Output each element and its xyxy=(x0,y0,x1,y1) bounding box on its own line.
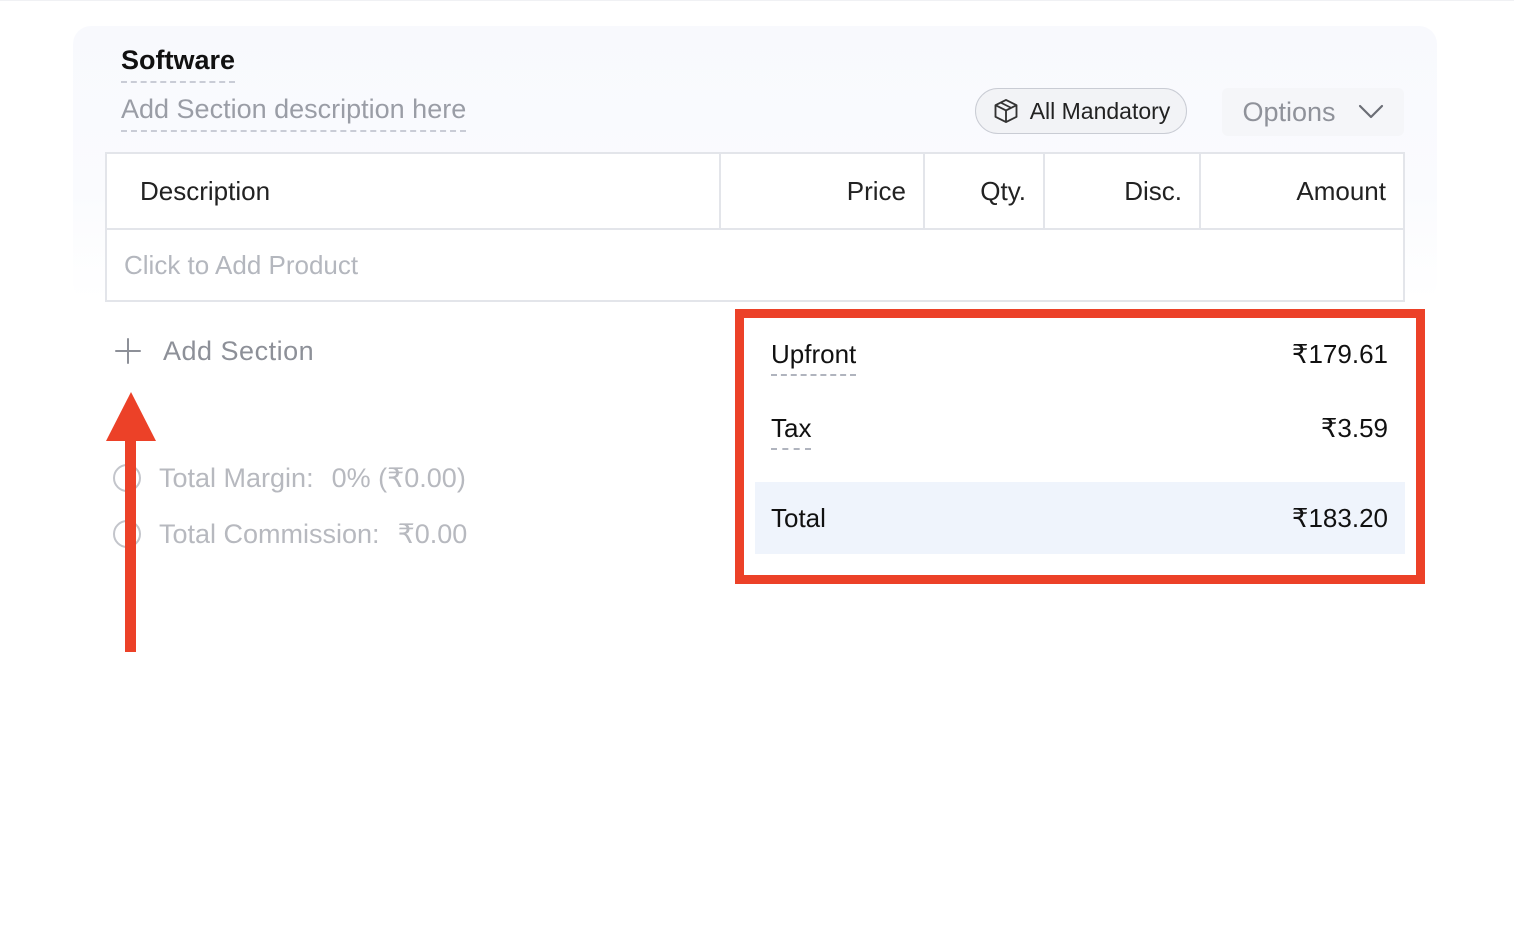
column-header-amount: Amount xyxy=(1296,176,1386,206)
top-divider xyxy=(0,0,1514,1)
all-mandatory-toggle[interactable]: All Mandatory xyxy=(975,88,1187,134)
add-product-row[interactable]: Click to Add Product xyxy=(124,230,358,300)
plus-icon xyxy=(115,338,141,364)
total-margin-value: 0% (₹0.00) xyxy=(331,462,466,493)
column-header-description: Description xyxy=(107,154,721,228)
add-section-label: Add Section xyxy=(163,335,315,366)
total-margin-label: Total Margin: xyxy=(159,462,314,493)
table-header-row: Description Price Qty. Disc. Amount xyxy=(107,154,1403,230)
total-margin-row[interactable]: Total Margin: 0% (₹0.00) xyxy=(113,460,466,496)
total-commission-row[interactable]: Total Commission: ₹0.00 xyxy=(113,516,467,552)
product-table: Description Price Qty. Disc. Amount Clic… xyxy=(105,152,1405,302)
options-label: Options xyxy=(1242,96,1336,127)
total-commission-label: Total Commission: xyxy=(159,518,380,549)
summary-highlight-box xyxy=(735,309,1425,584)
column-header-price: Price xyxy=(721,154,925,228)
column-header-qty: Qty. xyxy=(925,154,1045,228)
section-title[interactable]: Software xyxy=(121,44,236,83)
all-mandatory-label: All Mandatory xyxy=(1029,97,1171,124)
chevron-down-icon xyxy=(1358,104,1383,119)
column-header-disc: Disc. xyxy=(1045,154,1201,228)
section-description-input[interactable]: Add Section description here xyxy=(121,92,467,132)
add-section-button[interactable]: Add Section xyxy=(113,330,314,372)
total-commission-value: ₹0.00 xyxy=(397,518,468,549)
annotation-arrow-icon xyxy=(106,392,156,652)
options-dropdown[interactable]: Options xyxy=(1222,88,1404,136)
cube-icon xyxy=(994,98,1018,124)
